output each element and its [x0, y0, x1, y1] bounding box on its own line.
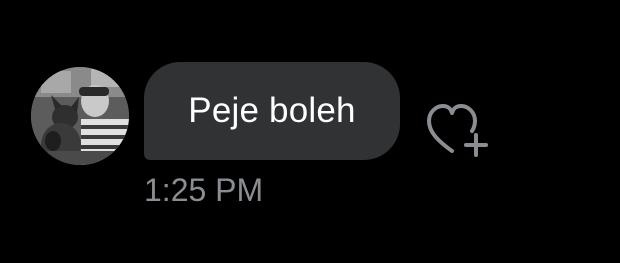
avatar[interactable] [31, 67, 129, 165]
heart-plus-icon[interactable] [424, 100, 490, 160]
avatar-photo [31, 67, 129, 165]
message-bubble[interactable]: Peje boleh [144, 62, 400, 160]
message-timestamp: 1:25 PM [144, 172, 264, 208]
message-text: Peje boleh [188, 91, 356, 130]
message-thread: Peje boleh 1:25 PM [0, 0, 620, 263]
